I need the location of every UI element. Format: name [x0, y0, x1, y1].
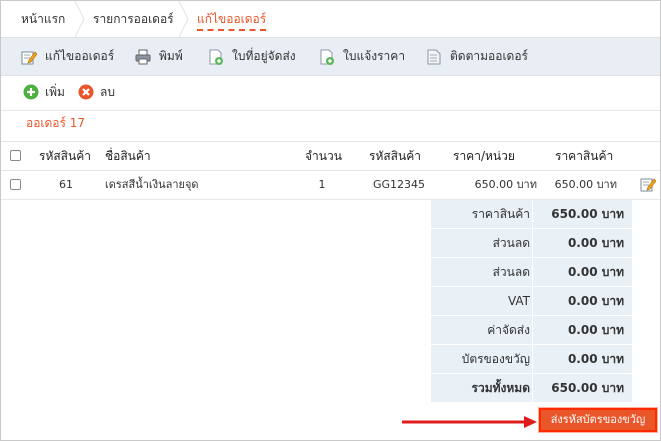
cell-unit-price: 650.00 บาท [474, 178, 537, 191]
toolbar: แก้ไขออเดอร์ พิมพ์ ใบที่อยู่จัดส่ง ใบแจ้… [1, 37, 660, 76]
breadcrumb-edit-order: แก้ไขออเดอร์ [197, 1, 267, 37]
delete-label: ลบ [100, 85, 115, 99]
arrow-right-icon [402, 416, 537, 428]
send-gift-card-code-button[interactable]: ส่งรหัสบัตรของขวัญ [538, 407, 658, 433]
summary-row-shipping: ค่าจัดส่ง 0.00 บาท [431, 316, 632, 345]
breadcrumb-separator-icon [178, 1, 189, 37]
summary-row-total: รวมทั้งหมด 650.00 บาท [431, 374, 632, 403]
breadcrumb: หน้าแรก รายการออเดอร์ แก้ไขออเดอร์ [1, 1, 660, 37]
column-header-product-id: รหัสสินค้า [39, 149, 91, 163]
column-header-product-name: ชื่อสินค้า [105, 149, 151, 163]
cell-sku: GG12345 [373, 178, 426, 191]
summary-label: ราคาสินค้า [431, 200, 532, 228]
summary-row-gift-card: บัตรของขวัญ 0.00 บาท [431, 345, 632, 374]
edit-row-icon[interactable] [640, 176, 656, 192]
add-button[interactable]: เพิ่ม [23, 75, 73, 110]
breadcrumb-home[interactable]: หน้าแรก [21, 1, 65, 37]
summary-row-discount: ส่วนลด 0.00 บาท [431, 229, 632, 258]
table-row: 61 เดรสสีน้ำเงินลายจุด 1 GG12345 650.00 … [1, 170, 660, 200]
summary-row-discount-2: ส่วนลด 0.00 บาท [431, 258, 632, 287]
plus-circle-icon [23, 84, 39, 100]
summary-value: 0.00 บาท [533, 229, 632, 257]
summary-label: ส่วนลด [431, 229, 532, 257]
action-bar: เพิ่ม ลบ [1, 75, 660, 111]
close-circle-icon [78, 84, 94, 100]
summary-value: 0.00 บาท [533, 345, 632, 373]
summary-value: 0.00 บาท [533, 287, 632, 315]
printer-icon [135, 49, 151, 65]
column-header-sku: รหัสสินค้า [369, 149, 421, 163]
summary-row-subtotal: ราคาสินค้า 650.00 บาท [431, 200, 632, 229]
breadcrumb-order-list[interactable]: รายการออเดอร์ [93, 1, 174, 37]
summary-label: VAT [431, 287, 532, 315]
cell-product-name: เดรสสีน้ำเงินลายจุด [105, 178, 199, 191]
table-header: รหัสสินค้า ชื่อสินค้า จำนวน รหัสสินค้า ร… [1, 141, 660, 171]
delivery-note-label: ใบที่อยู่จัดส่ง [232, 49, 296, 63]
summary-label: ส่วนลด [431, 258, 532, 286]
row-checkbox[interactable] [10, 179, 21, 190]
order-summary: ราคาสินค้า 650.00 บาท ส่วนลด 0.00 บาท ส่… [431, 200, 632, 403]
delivery-note-button[interactable]: ใบที่อยู่จัดส่ง [208, 38, 308, 75]
select-all-checkbox[interactable] [10, 150, 21, 161]
cell-product-id: 61 [59, 178, 73, 191]
cell-price: 650.00 บาท [554, 178, 617, 191]
print-button[interactable]: พิมพ์ [135, 38, 195, 75]
cell-quantity: 1 [318, 178, 326, 191]
breadcrumb-separator-icon [74, 1, 85, 37]
add-label: เพิ่ม [45, 85, 65, 99]
quotation-label: ใบแจ้งราคา [343, 49, 406, 63]
summary-value: 0.00 บาท [533, 258, 632, 286]
breadcrumb-current-label: แก้ไขออเดอร์ [197, 12, 267, 31]
edit-order-label: แก้ไขออเดอร์ [45, 49, 115, 63]
order-title: ออเดอร์ 17 [26, 116, 86, 130]
document-icon [427, 49, 441, 65]
summary-label: รวมทั้งหมด [431, 374, 532, 402]
track-order-button[interactable]: ติดตามออเดอร์ [426, 38, 536, 75]
track-order-label: ติดตามออเดอร์ [450, 49, 528, 63]
summary-label: ค่าจัดส่ง [431, 316, 532, 344]
quotation-button[interactable]: ใบแจ้งราคา [319, 38, 409, 75]
edit-order-button[interactable]: แก้ไขออเดอร์ [21, 38, 121, 75]
edit-icon [21, 51, 37, 65]
summary-label: บัตรของขวัญ [431, 345, 532, 373]
column-header-price: ราคาสินค้า [555, 149, 614, 163]
summary-row-vat: VAT 0.00 บาท [431, 287, 632, 316]
summary-value: 0.00 บาท [533, 316, 632, 344]
document-add-icon [209, 49, 223, 65]
summary-value: 650.00 บาท [533, 374, 632, 402]
column-header-unit-price: ราคา/หน่วย [453, 149, 515, 163]
summary-value: 650.00 บาท [533, 200, 632, 228]
print-label: พิมพ์ [159, 49, 183, 63]
document-add-icon [320, 49, 334, 65]
delete-button[interactable]: ลบ [78, 75, 128, 110]
column-header-quantity: จำนวน [305, 149, 342, 163]
